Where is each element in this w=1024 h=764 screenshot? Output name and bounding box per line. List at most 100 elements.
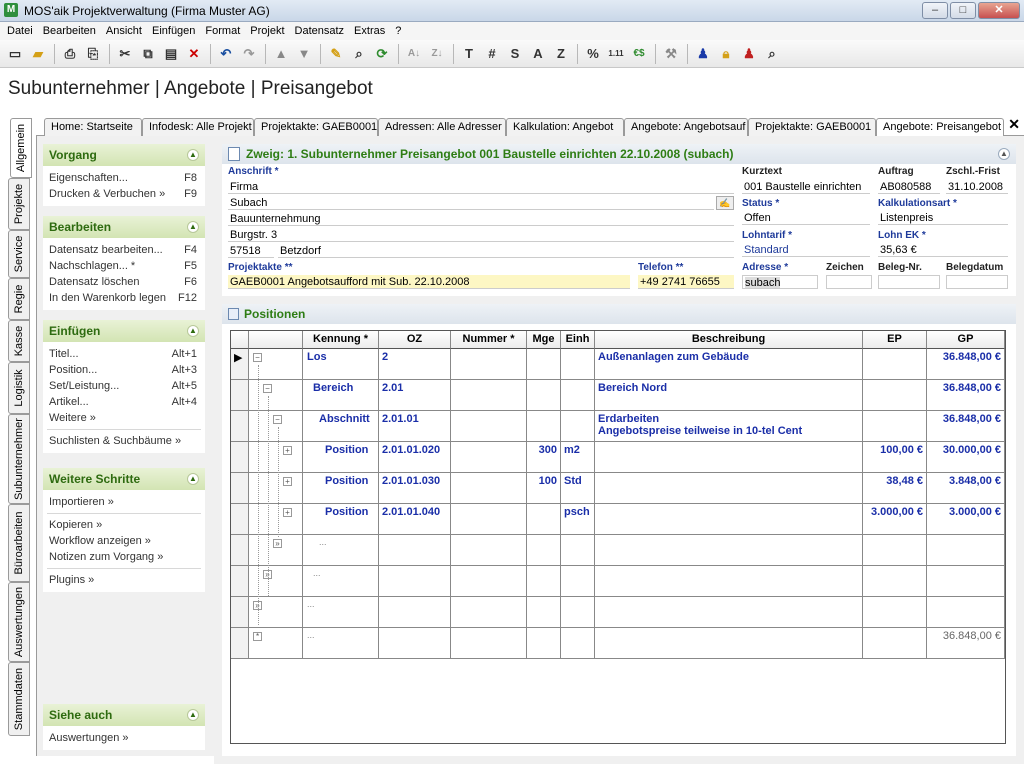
link-importieren[interactable]: Importieren »: [43, 494, 205, 510]
cell-beschr[interactable]: [595, 504, 863, 535]
vtab-bueroarbeiten[interactable]: Büroarbeiten: [8, 504, 30, 582]
cell-kennung[interactable]: ...: [303, 597, 379, 628]
edit-icon[interactable]: ✎: [325, 43, 347, 65]
move-up-icon[interactable]: ▲: [270, 43, 292, 65]
link-nachschlagen[interactable]: Nachschlagen... * F5: [43, 258, 205, 274]
status-field[interactable]: Offen: [742, 211, 870, 225]
vtab-stammdaten[interactable]: Stammdaten: [8, 662, 30, 736]
row-selector[interactable]: [231, 597, 249, 628]
link-warenkorb[interactable]: In den Warenkorb legen F12: [43, 290, 205, 306]
menu-4[interactable]: Format: [200, 25, 245, 37]
collapse-icon[interactable]: ▲: [187, 473, 199, 485]
row-selector[interactable]: [231, 411, 249, 442]
collapse-icon[interactable]: ▲: [187, 325, 199, 337]
cell-gp[interactable]: 36.848,00 €: [927, 380, 1005, 411]
zeichen-field[interactable]: [826, 275, 872, 289]
cell-oz[interactable]: [379, 566, 451, 597]
print-preview-icon[interactable]: ⎘: [82, 43, 104, 65]
cell-kennung[interactable]: Abschnitt: [303, 411, 379, 442]
cell-einh[interactable]: Std: [561, 473, 595, 504]
column-header-kennung[interactable]: Kennung *: [303, 331, 379, 349]
cell-nummer[interactable]: [451, 442, 527, 473]
cell-einh[interactable]: [561, 411, 595, 442]
row-selector[interactable]: [231, 442, 249, 473]
tb-A[interactable]: A: [527, 43, 549, 65]
cell-einh[interactable]: [561, 349, 595, 380]
cell-nummer[interactable]: [451, 628, 527, 659]
vtab-logistik[interactable]: Logistik: [8, 362, 30, 414]
cell-kennung[interactable]: Los: [303, 349, 379, 380]
tab-projektakte-2[interactable]: Projektakte: GAEB0001: [748, 118, 876, 136]
menu-6[interactable]: Datensatz: [290, 25, 350, 37]
cell-beschr[interactable]: [595, 566, 863, 597]
cell-mge[interactable]: 300: [527, 442, 561, 473]
refresh-icon[interactable]: ⟳: [371, 43, 393, 65]
preview-icon[interactable]: ⌕: [761, 43, 783, 65]
link-titel[interactable]: Titel... Alt+1: [43, 346, 205, 362]
cell-ep[interactable]: [863, 411, 927, 442]
cell-kennung[interactable]: ...: [303, 535, 379, 566]
anschrift-line-4[interactable]: Burgstr. 3: [228, 228, 734, 242]
expand-node-icon[interactable]: +: [283, 477, 292, 486]
tools-icon[interactable]: ⚒: [660, 43, 682, 65]
telefon-field[interactable]: +49 2741 76655: [638, 275, 734, 289]
cell-ep[interactable]: 100,00 €: [863, 442, 927, 473]
column-header-einh[interactable]: Einh: [561, 331, 595, 349]
lohnek-field[interactable]: 35,63 €: [878, 243, 1008, 257]
move-down-icon[interactable]: ▼: [293, 43, 315, 65]
cell-mge[interactable]: [527, 628, 561, 659]
tb-Z[interactable]: Z: [550, 43, 572, 65]
vtab-subunternehmer[interactable]: Subunternehmer: [8, 414, 30, 504]
row-selector[interactable]: [231, 535, 249, 566]
menu-0[interactable]: Datei: [2, 25, 38, 37]
projektakte-field[interactable]: GAEB0001 Angebotsaufford mit Sub. 22.10.…: [228, 275, 630, 289]
menu-7[interactable]: Extras: [349, 25, 390, 37]
cell-beschr[interactable]: Erdarbeiten Angebotspreise teilweise in 1…: [595, 411, 863, 442]
copy-icon[interactable]: ⧉: [137, 43, 159, 65]
delete-icon[interactable]: ✕: [183, 43, 205, 65]
anschrift-line-2[interactable]: Subach: [228, 196, 714, 210]
row-selector[interactable]: ▶: [231, 349, 249, 380]
new-row-icon[interactable]: *: [253, 632, 262, 641]
lohntarif-field[interactable]: Standard: [742, 243, 870, 257]
cell-ep[interactable]: 38,48 €: [863, 473, 927, 504]
tb-S[interactable]: S: [504, 43, 526, 65]
close-tab-icon[interactable]: ✕: [1008, 116, 1020, 133]
redo-icon[interactable]: ↷: [238, 43, 260, 65]
link-auswertungen[interactable]: Auswertungen »: [43, 730, 205, 746]
anschrift-line-3[interactable]: Bauunternehmung: [228, 212, 734, 226]
menu-5[interactable]: Projekt: [245, 25, 289, 37]
belegnr-field[interactable]: [878, 275, 940, 289]
vtab-service[interactable]: Service: [8, 230, 30, 278]
column-header-gp[interactable]: GP: [927, 331, 1005, 349]
cell-ep[interactable]: 3.000,00 €: [863, 504, 927, 535]
menu-1[interactable]: Bearbeiten: [38, 25, 101, 37]
cell-gp[interactable]: 3.848,00 €: [927, 473, 1005, 504]
anschrift-line-1[interactable]: Firma: [228, 180, 734, 194]
cell-beschr[interactable]: [595, 535, 863, 566]
link-weitere[interactable]: Weitere »: [43, 410, 205, 426]
cell-ep[interactable]: [863, 380, 927, 411]
cell-oz[interactable]: 2.01.01.020: [379, 442, 451, 473]
expand-node-icon[interactable]: +: [283, 446, 292, 455]
cell-kennung[interactable]: ...: [303, 566, 379, 597]
cell-nummer[interactable]: [451, 535, 527, 566]
cell-beschr[interactable]: Außenanlagen zum Gebäude: [595, 349, 863, 380]
kurztext-field[interactable]: 001 Baustelle einrichten: [742, 180, 870, 194]
cell-ep[interactable]: [863, 535, 927, 566]
column-header-beschr[interactable]: Beschreibung: [595, 331, 863, 349]
cell-oz[interactable]: 2.01: [379, 380, 451, 411]
cell-mge[interactable]: 100: [527, 473, 561, 504]
cell-mge[interactable]: [527, 535, 561, 566]
tab-infodesk[interactable]: Infodesk: Alle Projekt: [142, 118, 254, 136]
vtab-kasse[interactable]: Kasse: [8, 320, 30, 362]
plz-field[interactable]: 57518: [228, 244, 274, 258]
link-artikel[interactable]: Artikel... Alt+4: [43, 394, 205, 410]
tab-adressen[interactable]: Adressen: Alle Adresser: [378, 118, 506, 136]
cell-kennung[interactable]: Bereich: [303, 380, 379, 411]
cell-oz[interactable]: [379, 628, 451, 659]
cell-gp[interactable]: [927, 566, 1005, 597]
tab-projektakte-1[interactable]: Projektakte: GAEB0001: [254, 118, 378, 136]
tb-percent[interactable]: %: [582, 43, 604, 65]
zschl-field[interactable]: 31.10.2008: [946, 180, 1008, 194]
